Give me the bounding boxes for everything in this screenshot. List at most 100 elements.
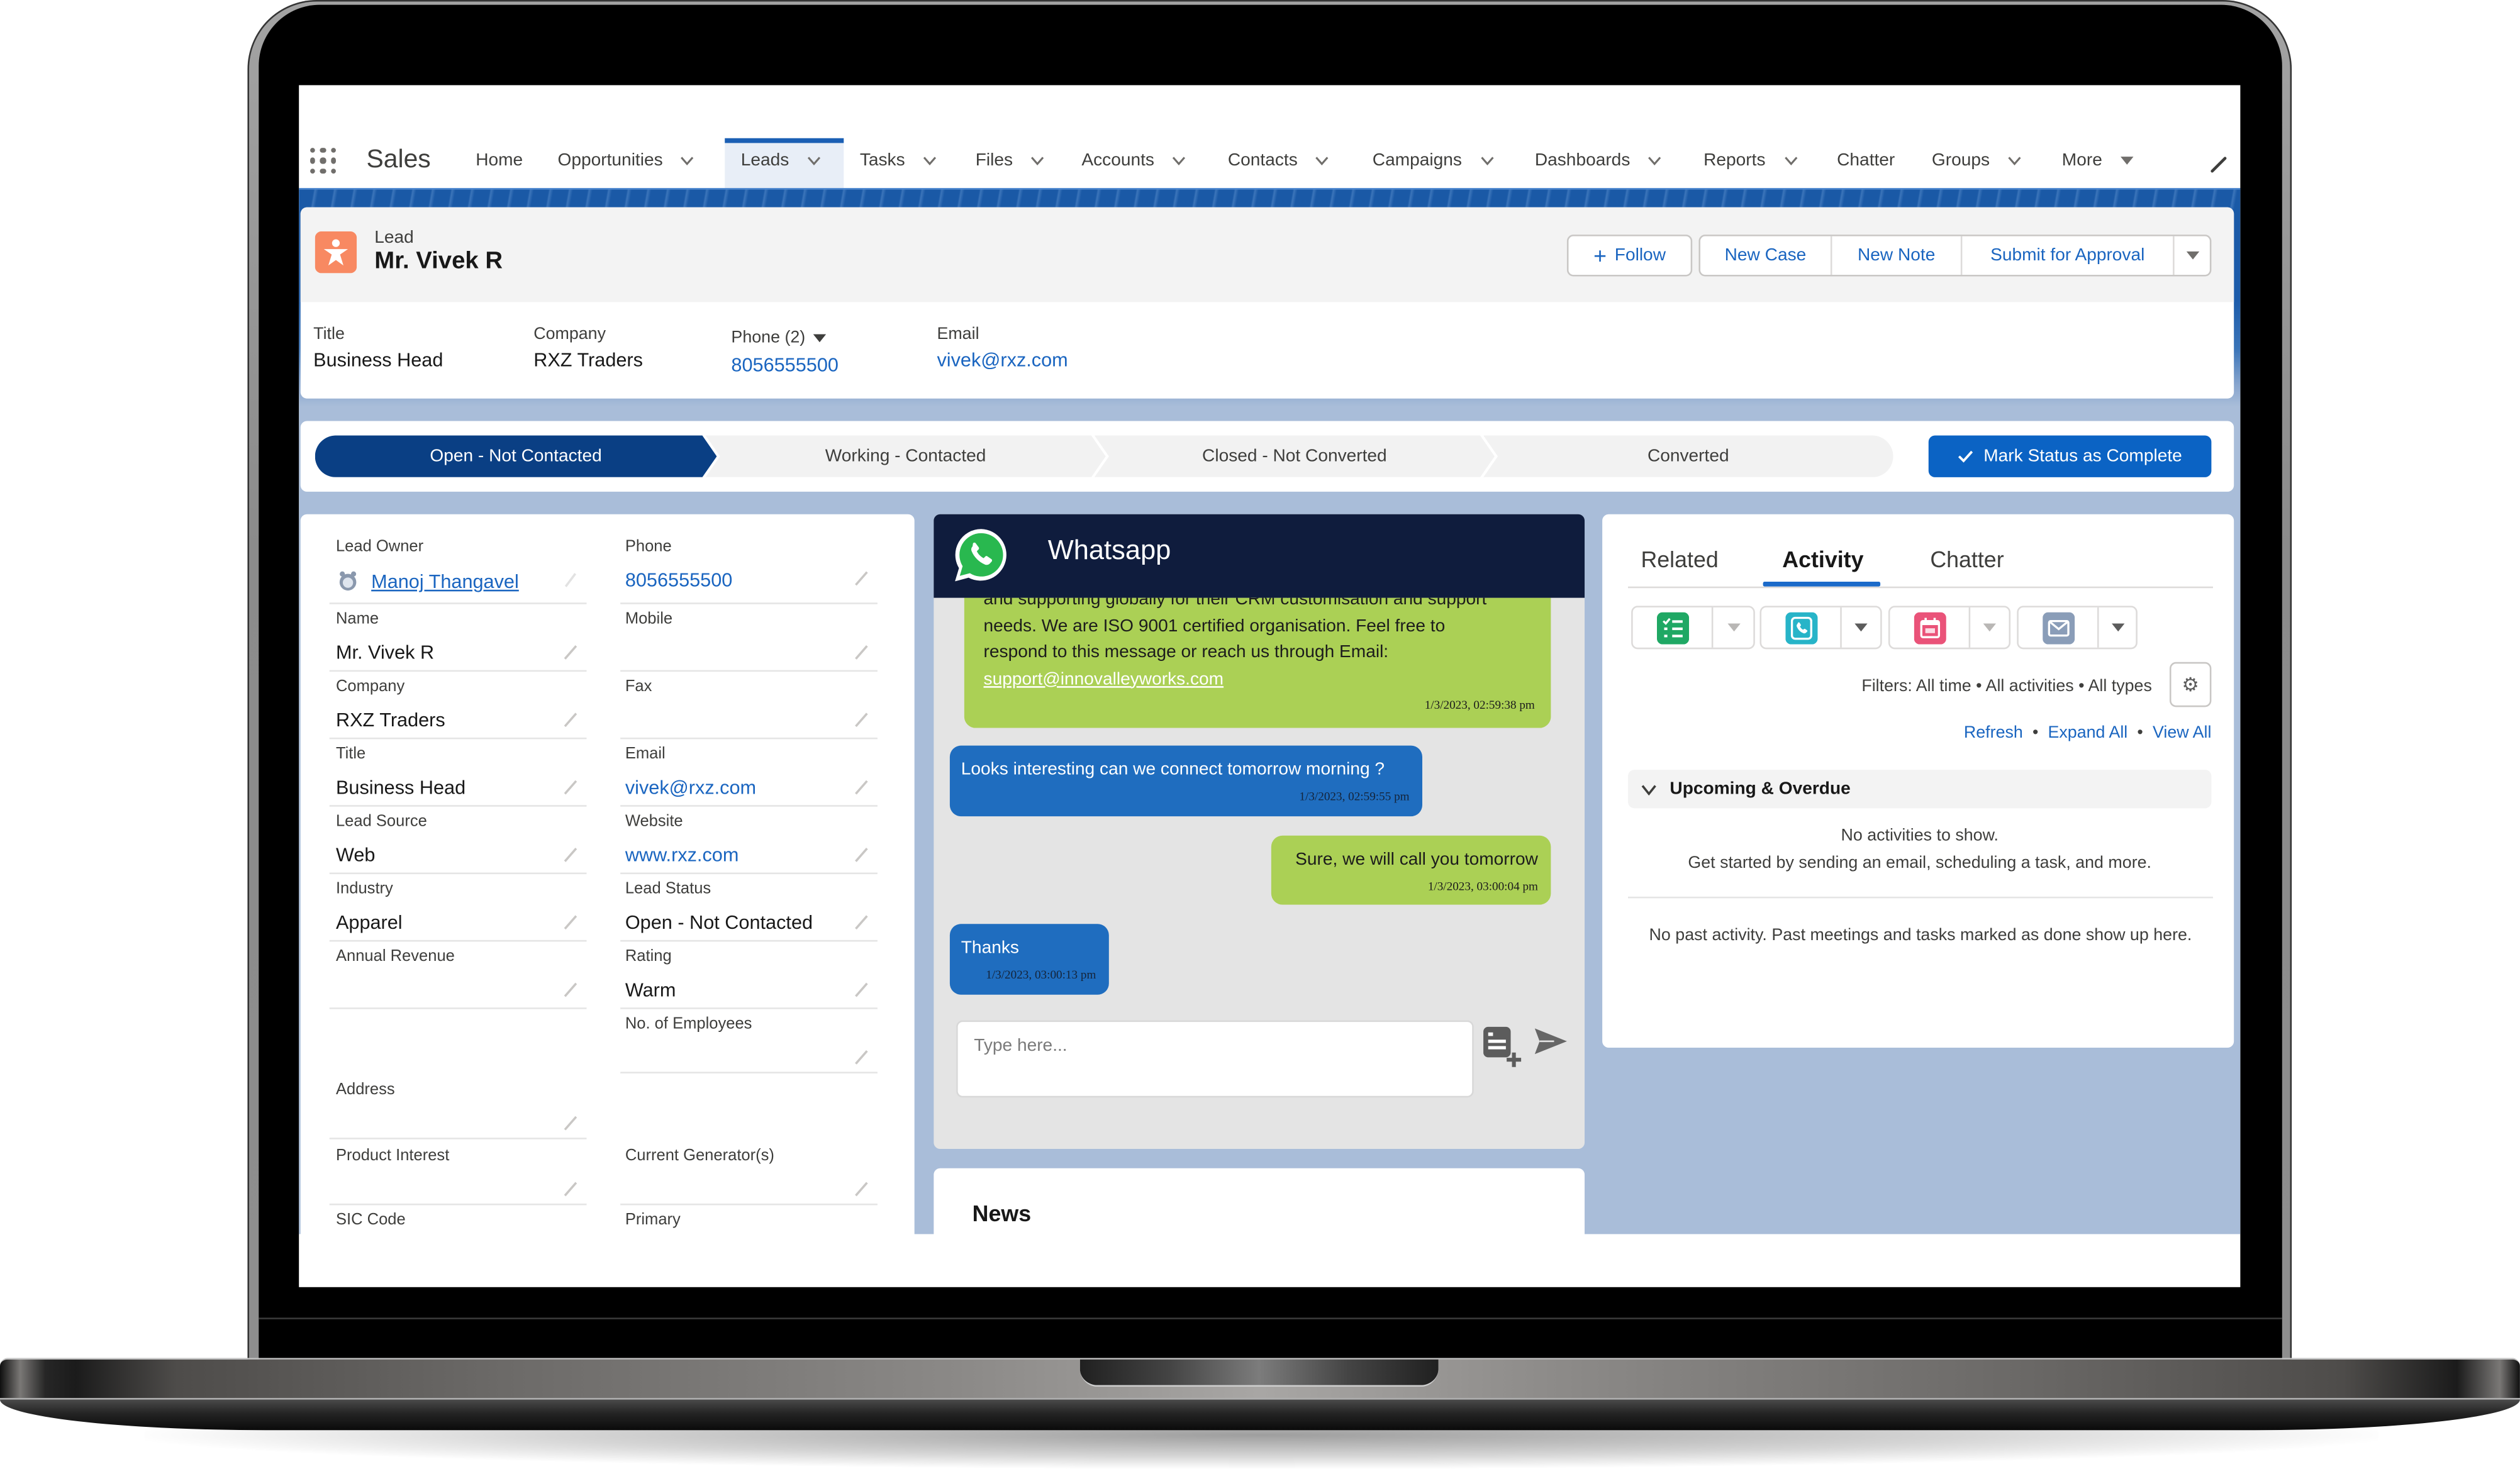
nav-item-groups[interactable]: Groups: [1932, 150, 2022, 172]
chevron-down-icon[interactable]: [1030, 156, 1045, 165]
support-email-link[interactable]: support@innovalleyworks.com: [984, 669, 1224, 689]
nav-item-more[interactable]: More: [2062, 150, 2134, 172]
pencil-icon[interactable]: [854, 565, 870, 586]
submit-for-approval-button[interactable]: Submit for Approval: [1962, 236, 2175, 275]
new-event-button[interactable]: [1890, 607, 1971, 648]
view-all-link[interactable]: View All: [2153, 723, 2211, 743]
pencil-icon[interactable]: [854, 1176, 870, 1197]
pencil-icon[interactable]: [562, 977, 579, 997]
expand-all-link[interactable]: Expand All: [2048, 723, 2127, 743]
path-step-converted[interactable]: Converted: [1483, 435, 1893, 477]
pencil-icon[interactable]: [2210, 153, 2227, 173]
laptop-mockup: Sales Home Opportunities Leads Tasks Fil…: [0, 0, 2520, 1469]
highlight-email-value[interactable]: vivek@rxz.com: [937, 349, 1068, 372]
nav-item-accounts[interactable]: Accounts: [1081, 150, 1186, 172]
nav-item-home[interactable]: Home: [476, 150, 523, 172]
field-value[interactable]: www.rxz.com: [625, 844, 739, 867]
app-launcher-icon[interactable]: [310, 148, 336, 174]
pencil-icon[interactable]: [562, 640, 579, 660]
nav-item-chatter[interactable]: Chatter: [1837, 150, 1895, 172]
refresh-link[interactable]: Refresh: [1964, 723, 2023, 743]
log-call-button[interactable]: [1761, 607, 1842, 648]
field-value[interactable]: vivek@rxz.com: [625, 776, 756, 799]
pencil-icon[interactable]: [854, 1045, 870, 1065]
field-value[interactable]: 8056555500: [625, 569, 733, 592]
chevron-down-icon[interactable]: [1480, 156, 1494, 165]
upcoming-overdue-section[interactable]: Upcoming & Overdue: [1628, 769, 2212, 809]
tabs-divider: [1628, 586, 2213, 589]
nav-item-label: Groups: [1931, 151, 1990, 170]
pencil-icon[interactable]: [562, 1111, 579, 1131]
nav-item-dashboards[interactable]: Dashboards: [1535, 150, 1663, 172]
highlight-phone-value[interactable]: 8056555500: [731, 353, 839, 376]
field-label: Fax: [625, 678, 652, 696]
nav-item-contacts[interactable]: Contacts: [1228, 150, 1330, 172]
chevron-down-icon[interactable]: [1315, 156, 1330, 165]
task-dropdown[interactable]: [1713, 607, 1753, 648]
caret-down-icon[interactable]: [2120, 156, 2134, 165]
lead-owner-link[interactable]: Manoj Thangavel: [371, 570, 519, 593]
send-icon[interactable]: [1533, 1027, 1568, 1056]
pencil-icon[interactable]: [562, 909, 579, 930]
message-input[interactable]: [956, 1020, 1474, 1098]
new-note-button[interactable]: New Note: [1832, 236, 1963, 275]
pencil-icon[interactable]: [854, 977, 870, 997]
filter-settings-button[interactable]: ⚙: [2169, 662, 2212, 707]
field-lead-status: Lead Status Open - Not Contacted: [620, 880, 878, 942]
pencil-icon[interactable]: [854, 909, 870, 930]
new-task-button[interactable]: [1633, 607, 1714, 648]
quick-action-call: [1759, 606, 1882, 650]
insert-template-icon[interactable]: [1482, 1025, 1524, 1070]
nav-item-tasks[interactable]: Tasks: [860, 150, 937, 172]
nav-item-leads[interactable]: Leads: [741, 150, 822, 172]
more-actions-button[interactable]: [2175, 236, 2210, 275]
pencil-icon[interactable]: [854, 842, 870, 862]
pencil-icon[interactable]: [562, 775, 579, 795]
link-separator: •: [2032, 723, 2039, 743]
nav-item-files[interactable]: Files: [976, 150, 1045, 172]
chevron-down-icon[interactable]: [2007, 156, 2022, 165]
chevron-down-icon[interactable]: [806, 156, 821, 165]
pencil-icon[interactable]: [562, 842, 579, 862]
tab-activity[interactable]: Activity: [1782, 546, 1863, 572]
path-step-closed-not-converted[interactable]: Closed - Not Converted: [1095, 435, 1495, 477]
tab-related[interactable]: Related: [1641, 546, 1718, 572]
nav-item-opportunities[interactable]: Opportunities: [558, 150, 695, 172]
field-name: Name Mr. Vivek R: [329, 611, 587, 672]
nav-item-reports[interactable]: Reports: [1703, 150, 1798, 172]
pencil-icon[interactable]: [562, 707, 579, 728]
chevron-down-icon[interactable]: [1172, 156, 1186, 165]
mark-status-complete-button[interactable]: Mark Status as Complete: [1928, 435, 2212, 477]
highlight-title-label: Title: [313, 324, 345, 344]
new-case-button[interactable]: New Case: [1700, 236, 1832, 275]
chevron-down-icon[interactable]: [681, 156, 695, 165]
tab-chatter[interactable]: Chatter: [1930, 546, 2004, 572]
pencil-icon[interactable]: [854, 775, 870, 795]
follow-button[interactable]: + Follow: [1566, 235, 1693, 277]
owner-avatar-icon: [338, 570, 359, 591]
chat-messages[interactable]: and supporting globally for their CRM cu…: [934, 597, 1585, 1009]
pencil-icon[interactable]: [854, 707, 870, 728]
call-dropdown[interactable]: [1842, 607, 1880, 648]
path-step-open-not-contacted[interactable]: Open - Not Contacted: [315, 435, 717, 477]
chevron-down-icon[interactable]: [1783, 156, 1798, 165]
event-dropdown[interactable]: [1970, 607, 2009, 648]
chevron-down-icon[interactable]: [1648, 156, 1663, 165]
message-timestamp: 1/3/2023, 02:59:55 pm: [1299, 789, 1410, 804]
email-dropdown[interactable]: [2099, 607, 2136, 648]
nav-item-label: Files: [975, 151, 1013, 170]
send-email-button[interactable]: [2019, 607, 2099, 648]
pencil-icon[interactable]: [854, 640, 870, 660]
nav-item-campaigns[interactable]: Campaigns: [1373, 150, 1494, 172]
message-line: respond to this message or reach us thro…: [983, 643, 1389, 662]
message-timestamp: 1/3/2023, 03:00:13 pm: [986, 967, 1096, 982]
change-owner-icon[interactable]: [562, 567, 579, 587]
path-step-working-contacted[interactable]: Working - Contacted: [706, 435, 1106, 477]
caret-down-icon: [2110, 623, 2124, 632]
pencil-icon[interactable]: [562, 1176, 579, 1197]
field-company: Company RXZ Traders: [329, 678, 587, 740]
caret-down-icon: [1983, 623, 1997, 632]
chevron-down-icon[interactable]: [923, 156, 937, 165]
highlight-phone-label[interactable]: Phone (2): [731, 328, 827, 347]
record-title: Mr. Vivek R: [374, 247, 503, 275]
